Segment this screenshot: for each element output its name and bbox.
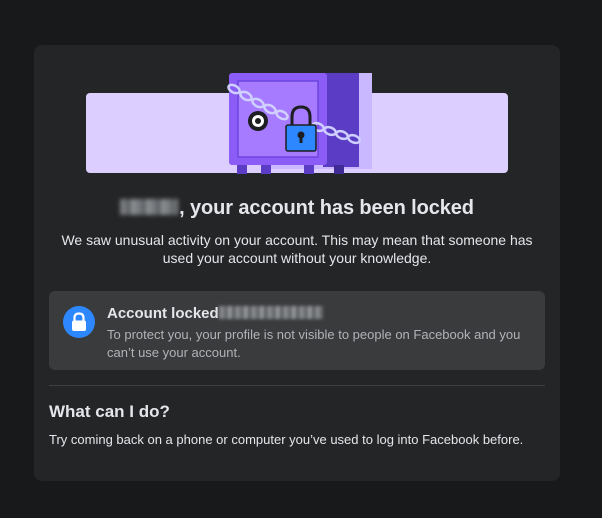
locked-account-card: , your account has been locked We saw un… [34,45,560,481]
page-title: , your account has been locked [34,197,560,220]
lock-description: We saw unusual activity on your account.… [61,232,533,266]
notice-title: Account locked [107,305,323,322]
help-heading: What can I do? [49,402,170,421]
lock-icon [63,306,95,338]
notice-body: To protect you, your profile is not visi… [107,327,521,360]
account-locked-notice: Account locked To protect you, your prof… [49,291,545,370]
redacted-lock-date [218,306,323,319]
redacted-user-name [120,199,179,215]
locked-safe-illustration [86,65,508,183]
help-text: Try coming back on a phone or computer y… [49,432,524,447]
divider [49,385,545,386]
